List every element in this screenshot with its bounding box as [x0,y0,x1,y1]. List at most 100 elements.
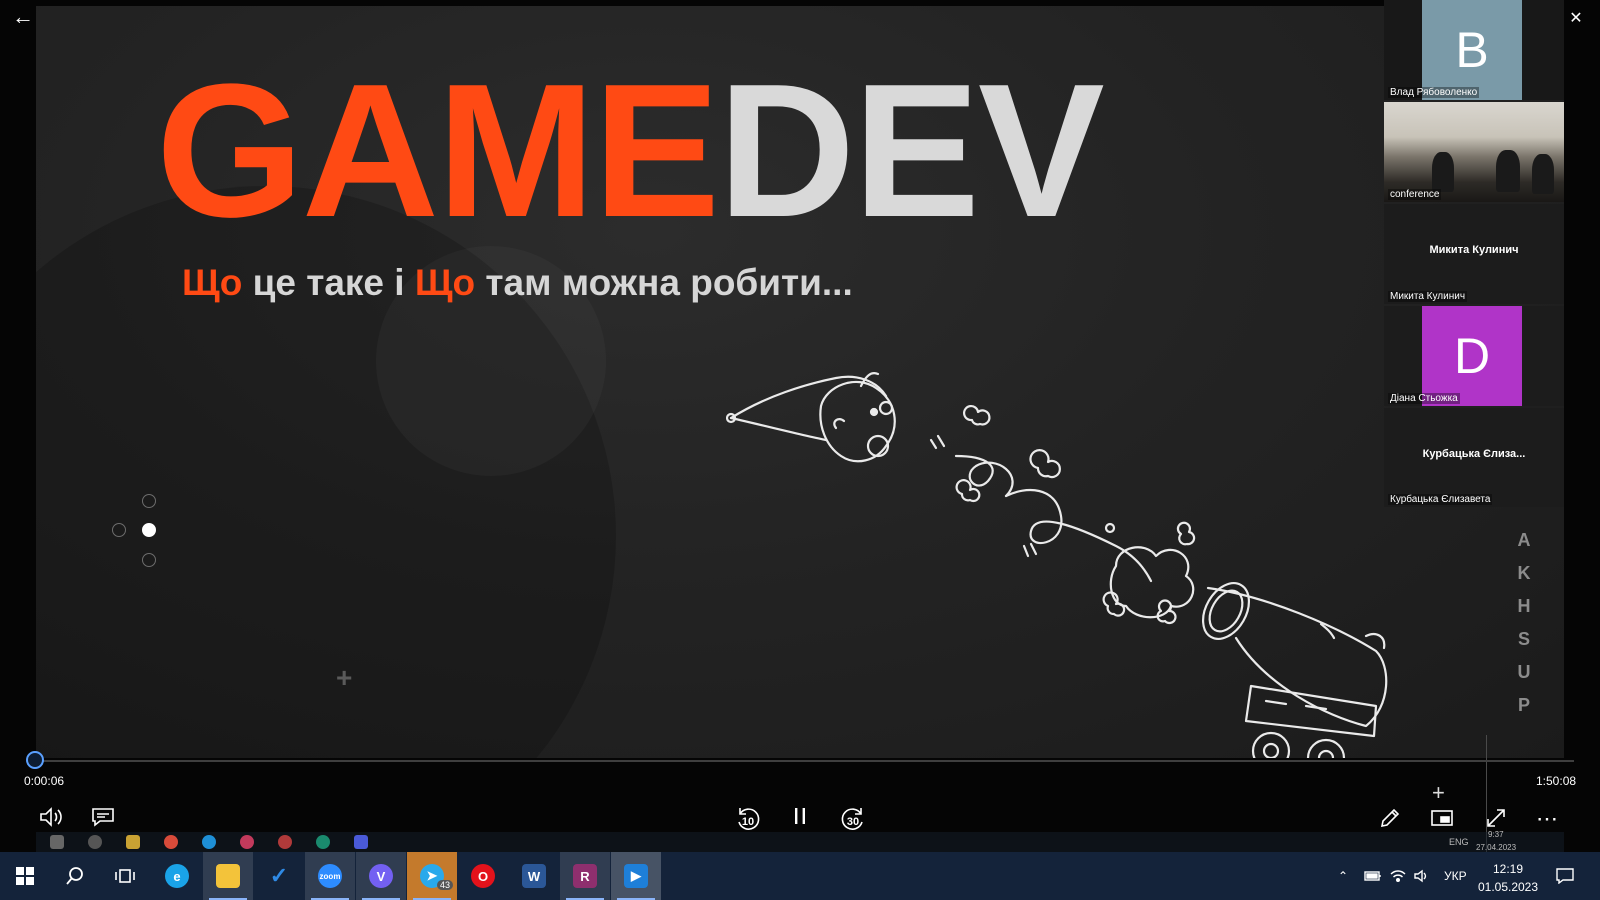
participant-name: Микита Кулинич [1388,291,1468,302]
side-letter: S [1517,629,1530,649]
recorded-search-icon [88,835,102,849]
skip-forward-label: 30 [846,816,860,828]
current-time: 0:00:06 [24,774,65,788]
close-icon[interactable]: ✕ [1566,8,1586,28]
avatar: D [1422,306,1522,406]
title-game: GAME [156,45,720,257]
skip-back-label: 10 [741,816,755,828]
side-letter: H [1517,596,1531,616]
zoom-icon: zoom [318,864,342,888]
notifications-icon[interactable] [1556,852,1574,900]
folder-icon [216,864,240,888]
nav-dot[interactable] [112,523,126,537]
presentation-slide: GAMEDEV Що це таке і Що там можна робити… [36,6,1564,758]
participant-tile[interactable]: Курбацька Єлиза... Курбацька Єлизавета [1384,408,1564,507]
nav-dot[interactable] [142,553,156,567]
total-time: 1:50:08 [1536,774,1577,788]
taskbar-app-viber[interactable]: V [356,852,406,900]
taskbar-app-todo[interactable]: ✓ [254,852,304,900]
mini-player-icon[interactable] [1430,808,1454,834]
taskbar-app-explorer[interactable] [203,852,253,900]
recorded-date: 27.04.2023 [1476,843,1517,852]
more-options-icon[interactable]: ⋯ [1536,806,1558,832]
video-player-area[interactable]: ← GAMEDEV Що це таке і Що там можна роби… [0,0,1600,855]
participant-tile[interactable]: D Діана Стьожка [1384,306,1564,406]
edge-icon: e [165,864,189,888]
plus-icon: + [336,662,353,693]
nav-dot-active[interactable] [142,523,156,537]
video-figure [1432,152,1454,192]
back-arrow-icon[interactable]: ← [12,6,38,28]
video-figure [1532,154,1554,194]
video-player-icon: ▶ [624,864,648,888]
taskbar-app-telegram[interactable]: ➤ 43 [407,852,457,900]
seek-bar[interactable] [36,760,1574,762]
speaker-icon[interactable] [1413,852,1429,900]
battery-icon[interactable] [1364,852,1382,900]
avatar-letter: B [1455,22,1489,78]
side-vertical-text: A K H S U P [1512,524,1536,722]
pause-icon[interactable] [792,806,808,832]
captions-icon[interactable] [90,806,116,834]
recorded-zoom-icon [354,835,368,849]
taskbar-app-zoom[interactable]: zoom [305,852,355,900]
winrar-icon: R [573,864,597,888]
slide-subtitle: Що це таке і Що там можна робити... [182,262,853,304]
participant-name: conference [1388,189,1442,200]
clock-date: 01.05.2023 [1477,880,1539,894]
add-icon[interactable]: + [1432,780,1445,806]
taskbar-app-opera[interactable]: O [458,852,508,900]
taskbar-app-video-player[interactable]: ▶ [611,852,661,900]
recorded-app-icon [278,835,292,849]
subtitle-text: це таке і [242,262,415,303]
participant-name: Діана Стьожка [1388,393,1460,404]
word-icon: W [522,864,546,888]
recorded-taskbar [36,832,1564,852]
wifi-icon[interactable] [1390,852,1406,900]
recorded-folder-icon [126,835,140,849]
nav-dot[interactable] [142,494,156,508]
gnome-cannon-illustration [726,372,1388,758]
clock-time: 12:19 [1492,862,1524,876]
volume-icon[interactable] [38,806,64,834]
title-dev: DEV [718,45,1105,257]
participant-display-name: Микита Кулинич [1429,244,1519,256]
subtitle-highlight: Що [414,262,476,303]
start-button[interactable] [0,852,50,900]
side-letter: U [1517,662,1531,682]
side-letter: A [1517,530,1531,550]
recorded-chrome-icon [164,835,178,849]
recorded-app-icon [240,835,254,849]
slide-title: GAMEDEV [156,56,1105,246]
participant-name: Влад Рябоволенко [1388,87,1480,98]
checkmark-icon: ✓ [269,863,289,888]
participant-display-name: Курбацька Єлиза... [1422,448,1526,460]
avatar-letter: D [1453,328,1491,384]
clock[interactable]: 12:19 01.05.2023 [1474,860,1542,896]
search-icon[interactable] [50,852,100,900]
taskbar-app-edge[interactable]: e [152,852,202,900]
skip-forward-button[interactable]: 30 [839,805,867,833]
video-figure [1496,150,1520,192]
participant-tile[interactable]: conference [1384,102,1564,202]
skip-back-button[interactable]: 10 [734,805,762,833]
participants-panel: B Влад Рябоволенко conference Микита Кул… [1384,0,1564,507]
subtitle-highlight: Що [182,262,243,303]
participant-tile[interactable]: B Влад Рябоволенко [1384,0,1564,100]
recorded-start-icon [50,835,64,849]
recorded-edge-icon [316,835,330,849]
taskbar-app-winrar[interactable]: R [560,852,610,900]
seek-handle[interactable] [26,751,44,769]
unread-badge: 43 [437,880,454,890]
show-hidden-icons[interactable]: ⌃ [1338,852,1348,900]
side-letter: P [1517,695,1530,715]
avatar: B [1422,0,1522,100]
opera-icon: O [471,864,495,888]
participant-tile[interactable]: Микита Кулинич Микита Кулинич [1384,204,1564,304]
language-indicator[interactable]: УКР [1444,852,1467,900]
side-letter: K [1517,563,1531,583]
recorded-lang: ENG [1449,837,1469,847]
task-view-icon[interactable] [100,852,150,900]
viber-icon: V [369,864,393,888]
taskbar-app-word[interactable]: W [509,852,559,900]
